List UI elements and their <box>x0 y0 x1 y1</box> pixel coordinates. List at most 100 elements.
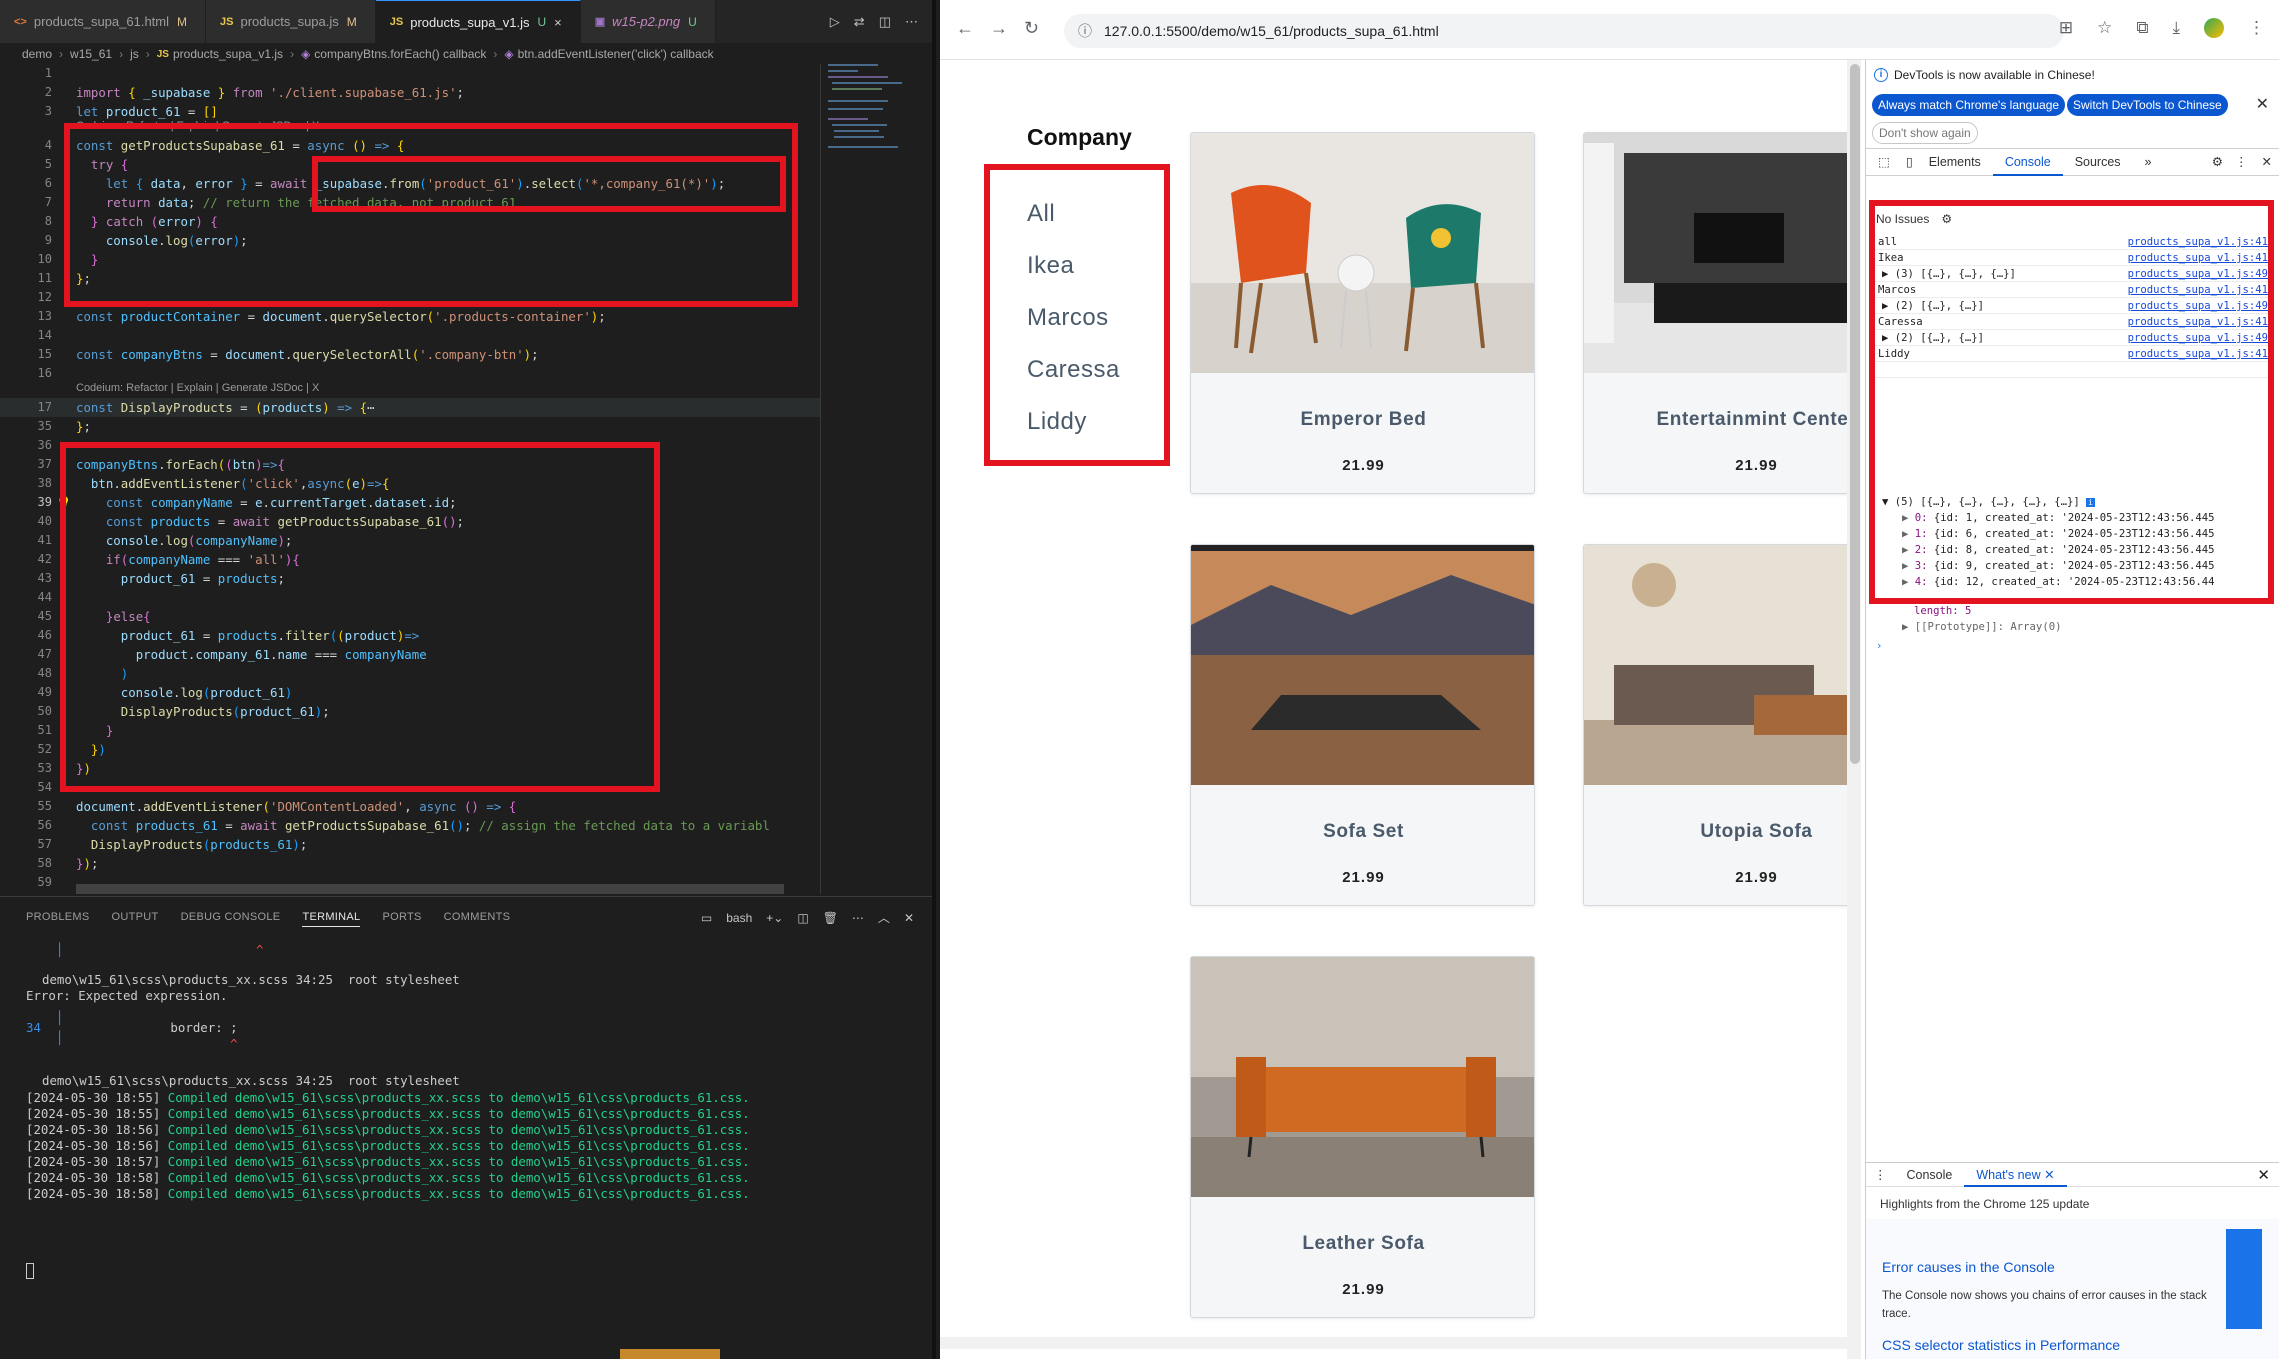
array-item[interactable]: ▶ 2: {id: 8, created_at: '2024-05-23T12:… <box>1902 544 2215 556</box>
console-prompt[interactable]: › <box>1876 640 1882 652</box>
menu-icon[interactable]: ⋮ <box>2248 18 2265 38</box>
console-log-row[interactable]: Ikea products_supa_v1.js:41 <box>1874 250 2274 266</box>
inspect-icon[interactable]: ⬚ <box>1866 148 1902 176</box>
close-icon[interactable]: ✕ <box>904 911 914 925</box>
breadcrumb-item[interactable]: products_supa_v1.js <box>173 47 283 61</box>
menu-icon[interactable]: ⋮ <box>2229 148 2254 176</box>
reload-icon[interactable]: ↻ <box>1024 18 1039 39</box>
feature-link[interactable]: Error causes in the Console <box>1882 1259 2055 1275</box>
product-card[interactable]: Leather Sofa 21.99 <box>1190 956 1535 1318</box>
split-terminal-icon[interactable]: ◫ <box>797 911 808 925</box>
address-bar[interactable]: ⓘ 127.0.0.1:5500/demo/w15_61/products_su… <box>1064 14 2064 48</box>
editor-scrollbar[interactable] <box>820 64 821 894</box>
tab-terminal[interactable]: TERMINAL <box>302 911 361 927</box>
feature-link[interactable]: CSS selector statistics in Performance <box>1882 1337 2120 1353</box>
company-button-ikea[interactable]: Ikea <box>1027 252 1074 280</box>
switch-chinese-button[interactable]: Switch DevTools to Chinese <box>2067 94 2228 116</box>
code-editor[interactable]: 1 2 import { _supabase } from './client.s… <box>0 64 820 894</box>
tab-output[interactable]: OUTPUT <box>112 911 159 927</box>
tab-products-supa-v1-js[interactable]: JS products_supa_v1.js U × <box>375 0 581 43</box>
tab-products-supa-js[interactable]: JS products_supa.js M <box>206 0 376 43</box>
console-log-row[interactable]: ▶ (3) [{…}, {…}, {…}] products_supa_v1.js… <box>1874 266 2274 282</box>
settings-icon[interactable]: ⚙ <box>1941 212 1952 226</box>
device-toolbar-icon[interactable]: ▯ <box>1902 148 1917 176</box>
drawer-tab-console[interactable]: Console <box>1895 1163 1965 1187</box>
lightbulb-icon[interactable]: 💡 <box>56 493 71 512</box>
extensions-icon[interactable]: ⧉ <box>2136 18 2148 38</box>
match-language-button[interactable]: Always match Chrome's language <box>1872 94 2066 116</box>
page-horizontal-scrollbar[interactable] <box>940 1337 1847 1349</box>
tab-elements[interactable]: Elements <box>1917 148 1993 176</box>
compare-icon[interactable]: ⇄ <box>854 14 865 30</box>
maximize-icon[interactable]: ︿ <box>878 909 890 926</box>
more-icon[interactable]: ⋯ <box>905 14 918 30</box>
codeium-lens[interactable]: Codeium: Refactor | Explain | Generate J… <box>76 382 319 396</box>
company-button-marcos[interactable]: Marcos <box>1027 304 1109 332</box>
tab-debug-console[interactable]: DEBUG CONSOLE <box>181 911 281 927</box>
minimap[interactable] <box>822 60 918 160</box>
console-log-row[interactable]: all products_supa_v1.js:41 <box>1874 234 2274 250</box>
tab-console[interactable]: Console <box>1992 148 2063 176</box>
forward-icon[interactable]: → <box>990 18 1008 39</box>
split-editor-icon[interactable]: ◫ <box>879 14 891 30</box>
array-item[interactable]: ▶ 1: {id: 6, created_at: '2024-05-23T12:… <box>1902 528 2215 540</box>
breadcrumb-item[interactable]: w15_61 <box>70 47 112 61</box>
run-icon[interactable]: ▷ <box>830 14 840 30</box>
site-info-icon[interactable]: ⓘ <box>1078 21 1092 41</box>
close-icon[interactable]: ✕ <box>2256 94 2269 114</box>
download-icon[interactable]: ⤓ <box>2172 18 2180 38</box>
console-log-row[interactable]: ▶ (2) [{…}, {…}] products_supa_v1.js:49 <box>1874 330 2274 346</box>
close-icon[interactable]: × <box>554 15 562 30</box>
add-terminal-icon[interactable]: +⌄ <box>766 911 783 925</box>
code-line: 42 if(companyName === 'all'){ <box>37 552 300 567</box>
array-item[interactable]: ▶ 0: {id: 1, created_at: '2024-05-23T12:… <box>1902 512 2215 524</box>
tab-comments[interactable]: COMMENTS <box>444 911 511 927</box>
console-log-row[interactable]: Marcos products_supa_v1.js:41 <box>1874 282 2274 298</box>
expanded-array[interactable]: ▼ (5) [{…}, {…}, {…}, {…}, {…}] i <box>1882 496 2095 508</box>
back-icon[interactable]: ← <box>956 18 974 39</box>
company-button-all[interactable]: All <box>1027 200 1055 228</box>
close-icon[interactable]: ✕ <box>2257 1166 2270 1184</box>
console-log-row[interactable]: ▶ (2) [{…}, {…}] products_supa_v1.js:49 <box>1874 298 2274 314</box>
array-item[interactable]: ▶ 4: {id: 12, created_at: '2024-05-23T12… <box>1902 576 2215 588</box>
drawer-tab-whats-new[interactable]: What's new ✕ <box>1964 1163 2067 1187</box>
codeium-status[interactable] <box>620 1349 720 1359</box>
dont-show-again-button[interactable]: Don't show again <box>1872 122 1978 144</box>
editor-horizontal-scrollbar[interactable] <box>76 884 784 894</box>
console-log-row[interactable]: Caressa products_supa_v1.js:41 <box>1874 314 2274 330</box>
tab-products-supa-61-html[interactable]: <> products_supa_61.html M <box>0 0 207 43</box>
company-button-caressa[interactable]: Caressa <box>1027 356 1120 384</box>
product-card[interactable]: Sofa Set 21.99 <box>1190 544 1535 906</box>
terminal-shell-label[interactable]: bash <box>726 911 752 925</box>
tab-sources[interactable]: Sources <box>2063 148 2133 176</box>
profile-avatar[interactable] <box>2204 18 2224 38</box>
product-card[interactable]: Utopia Sofa 21.99 <box>1583 544 1847 906</box>
array-prototype[interactable]: ▶ [[Prototype]]: Array(0) <box>1902 621 2061 633</box>
array-item[interactable]: ▶ 3: {id: 9, created_at: '2024-05-23T12:… <box>1902 560 2215 572</box>
company-button-liddy[interactable]: Liddy <box>1027 408 1087 436</box>
code-line: 35}; <box>37 419 91 434</box>
breadcrumb-item[interactable]: btn.addEventListener('click') callback <box>518 47 714 61</box>
page-scroll-thumb[interactable] <box>1850 64 1860 764</box>
settings-icon[interactable]: ⚙ <box>2206 148 2229 176</box>
menu-icon[interactable]: ⋮ <box>1866 1163 1895 1187</box>
translate-icon[interactable]: ⊞ <box>2059 18 2073 38</box>
issues-indicator[interactable]: No Issues ⚙ <box>1876 212 1952 226</box>
breadcrumb-item[interactable]: demo <box>22 47 52 61</box>
product-card[interactable]: Emperor Bed 21.99 <box>1190 132 1535 494</box>
tab-problems[interactable]: PROBLEMS <box>26 911 90 927</box>
drawer-tabs: ⋮ Console What's new ✕ <box>1866 1163 2279 1187</box>
bookmark-star-icon[interactable]: ☆ <box>2097 18 2112 38</box>
trash-icon[interactable]: 🗑 <box>823 911 838 925</box>
breadcrumb-item[interactable]: companyBtns.forEach() callback <box>314 47 486 61</box>
breadcrumb-item[interactable]: js <box>130 47 139 61</box>
close-icon[interactable]: ✕ <box>2254 148 2279 176</box>
terminal-line: [2024-05-30 18:58] Compiled demo\w15_61\… <box>26 1186 750 1201</box>
console-log-row[interactable]: Liddy products_supa_v1.js:41 <box>1874 346 2274 362</box>
tab-ports[interactable]: PORTS <box>382 911 421 927</box>
more-tabs-icon[interactable]: » <box>2133 148 2164 176</box>
product-card[interactable]: Entertainmint Center 21.99 <box>1583 132 1847 494</box>
tab-w15-p2-png[interactable]: ▣ w15-p2.png U <box>580 0 716 43</box>
codeium-lens[interactable]: Codeium: Refactor | Explain | Generate J… <box>76 120 319 134</box>
more-icon[interactable]: ⋯ <box>852 911 864 925</box>
